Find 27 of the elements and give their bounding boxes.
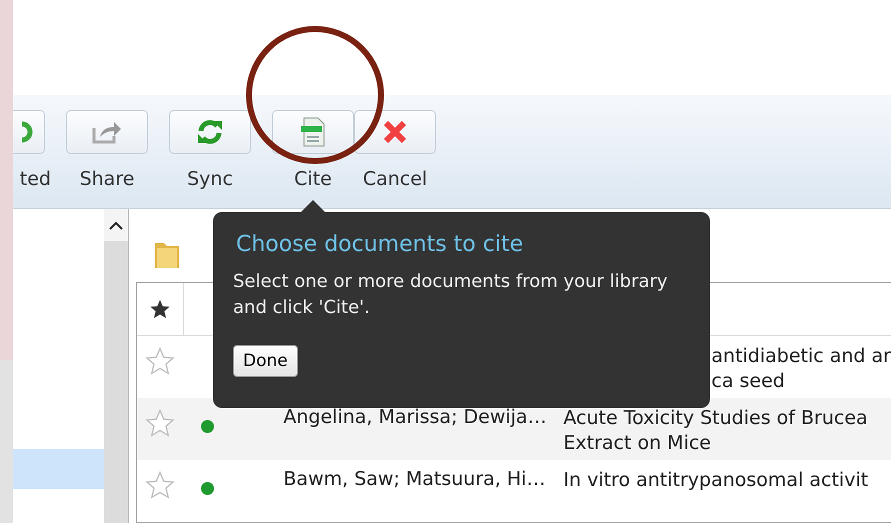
document-icon	[300, 117, 326, 147]
share-arrow-icon	[92, 120, 122, 144]
button-label[interactable]: Sync	[187, 168, 233, 190]
scroll-up-icon[interactable]	[109, 220, 124, 230]
title-cell-text: Acute Toxicity Studies of Brucea Extract on Mice	[563, 406, 869, 456]
scrollbar[interactable]	[104, 209, 128, 523]
tooltip-text: Select one or more documents from your library and click 'Cite'.	[233, 270, 669, 320]
tooltip-title: Choose documents to cite	[236, 232, 524, 257]
title-cell-text: antidiabetic and ar ca seed	[710, 344, 891, 394]
title-cell-text: In vitro antitrypanosomal activit	[563, 468, 870, 493]
button-label[interactable]: ted	[20, 168, 51, 190]
close-icon	[383, 120, 407, 144]
star-icon[interactable]	[145, 470, 176, 500]
sync-icon	[196, 118, 224, 146]
star-icon[interactable]	[145, 408, 176, 438]
cite-button[interactable]	[272, 110, 354, 154]
authors-cell-text: Bawm, Saw; Matsuura, Hi…	[283, 467, 546, 490]
authors-cell-text: Angelina, Marissa; Dewija…	[283, 405, 548, 428]
share-button[interactable]	[66, 110, 148, 154]
star-icon[interactable]	[145, 346, 176, 376]
sync-button[interactable]	[169, 110, 251, 154]
button-label[interactable]: Cancel	[362, 168, 428, 190]
button-label[interactable]: Cite	[294, 168, 332, 190]
cancel-button[interactable]	[354, 110, 436, 154]
button-label[interactable]: Share	[80, 168, 134, 190]
star-column-icon[interactable]	[149, 298, 172, 320]
done-button[interactable]: Done	[233, 345, 298, 377]
